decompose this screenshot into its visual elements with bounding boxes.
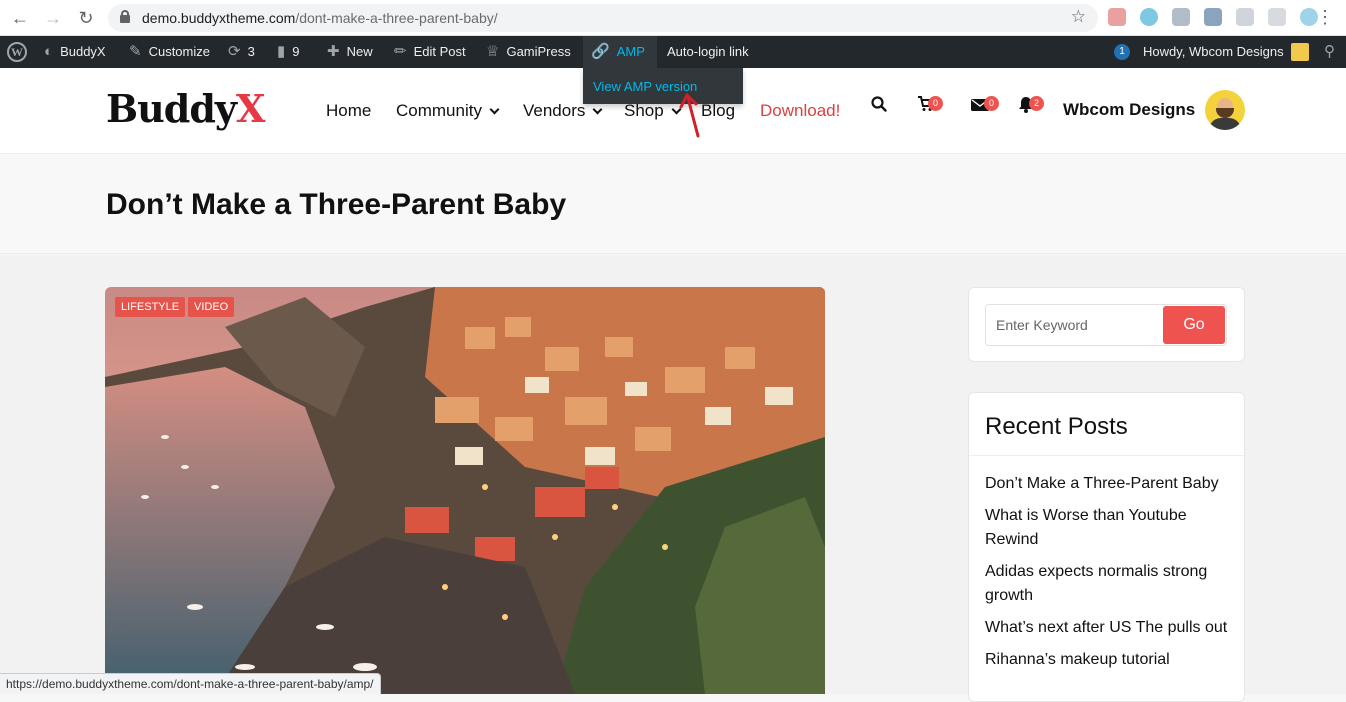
forward-arrow-icon[interactable]: → [41,6,65,30]
extension-icon[interactable] [1140,8,1158,26]
search-placeholder: Enter Keyword [996,317,1088,333]
howdy-label: Howdy, Wbcom Designs [1143,44,1284,59]
recent-posts-widget: Recent Posts Don’t Make a Three-Parent B… [968,392,1245,702]
adminbar-search-icon[interactable]: ⚲ [1324,36,1335,68]
cart-count-badge: 0 [928,96,943,111]
extension-icon[interactable] [1268,8,1286,26]
messages-count-badge: 0 [984,96,999,111]
extension-icon[interactable] [1172,8,1190,26]
recent-post-link[interactable]: What is Worse than Youtube Rewind [985,504,1235,552]
category-tag-video[interactable]: VIDEO [188,297,235,317]
pencil-icon: ✏ [394,43,407,60]
page-title-band: Don’t Make a Three-Parent Baby [0,154,1346,254]
link-icon: 🔗 [591,43,610,60]
recent-posts-list: Don’t Make a Three-Parent Baby What is W… [985,472,1235,680]
adminbar-autologin[interactable]: Auto-login link [667,36,749,68]
comment-bubble-icon: ▮ [277,43,286,60]
nav-home-label: Home [326,101,372,120]
notifications-count-badge: 2 [1029,96,1044,111]
back-arrow-icon[interactable]: ← [8,6,32,30]
recent-post-link[interactable]: What’s next after US The pulls out [985,616,1235,640]
reload-icon[interactable]: ↻ [74,6,98,30]
edit-post-label: Edit Post [413,44,466,59]
adminbar-updates[interactable]: ⟳ 3 [228,36,255,68]
adminbar-amp[interactable]: 🔗 AMP [583,36,657,68]
adminbar-howdy[interactable]: Howdy, Wbcom Designs [1143,36,1309,68]
url-path: /dont-make-a-three-parent-baby/ [295,10,498,26]
recent-post-link[interactable]: Adidas expects normalis strong growth [985,560,1235,608]
nav-shop-label: Shop [624,101,664,120]
nav-home[interactable]: Home [326,100,371,122]
extension-icons [1108,8,1318,26]
avatar[interactable] [1205,90,1245,130]
category-tag-lifestyle[interactable]: LIFESTYLE [115,297,186,317]
amp-label: AMP [616,44,645,59]
browser-menu-icon[interactable]: ⋮ [1316,6,1334,28]
adminbar-edit-post[interactable]: ✏ Edit Post [394,36,466,68]
updates-icon: ⟳ [228,43,241,60]
nav-download-label: Download! [760,101,841,120]
wp-admin-bar: W ◐ BuddyX ✎ Customize ⟳ 3 ▮ 9 ✚ New ✏ Edit Po… [0,36,1346,68]
adminbar-customize[interactable]: ✎ Customize [129,36,210,68]
chevron-down-icon [489,104,500,114]
url-domain: demo.buddyxtheme.com [142,10,296,26]
search-go-button[interactable]: Go [1163,306,1225,344]
browser-toolbar: ← → ↻ demo.buddyxtheme.com/dont-make-a-t… [0,0,1346,36]
comments-count: 9 [292,44,300,59]
new-label: New [346,44,373,59]
adminbar-site-name[interactable]: ◐ BuddyX [44,36,106,68]
logo-text: Buddy [106,86,237,131]
plus-icon: ✚ [327,43,340,60]
adminbar-notifications[interactable]: 1 [1114,36,1130,68]
avatar [1290,43,1309,61]
url-text: demo.buddyxtheme.com/dont-make-a-three-p… [142,10,498,26]
recent-posts-title: Recent Posts [985,413,1128,440]
divider [969,455,1244,456]
nav-vendors-label: Vendors [523,101,586,120]
status-bar-url: https://demo.buddyxtheme.com/dont-make-a… [0,673,381,694]
extension-icon[interactable] [1236,8,1254,26]
nav-blog-label: Blog [701,101,736,120]
adminbar-comments[interactable]: ▮ 9 [277,36,300,68]
annotation-arrow [679,93,700,138]
search-icon[interactable] [871,96,887,117]
autologin-label: Auto-login link [667,44,749,59]
nav-community[interactable]: Community [396,100,500,122]
nav-download[interactable]: Download! [760,100,840,122]
crown-icon: ♕ [486,43,500,60]
address-bar[interactable]: demo.buddyxtheme.com/dont-make-a-three-p… [108,4,1098,32]
brush-icon: ✎ [129,43,142,60]
recent-post-link[interactable]: Don’t Make a Three-Parent Baby [985,472,1235,496]
featured-photo [105,287,825,694]
site-logo[interactable]: BuddyX [106,86,266,131]
nav-community-label: Community [396,101,482,120]
featured-image[interactable]: LIFESTYLE VIDEO [105,287,825,694]
adminbar-new[interactable]: ✚ New [327,36,373,68]
gamipress-label: GamiPress [506,44,571,59]
page-title: Don’t Make a Three-Parent Baby [106,188,567,221]
wordpress-logo-icon[interactable]: W [7,36,27,68]
bookmark-star-icon[interactable]: ☆ [1071,7,1086,27]
extension-icon[interactable] [1204,8,1222,26]
chevron-down-icon [592,104,603,114]
adminbar-gamipress[interactable]: ♕ GamiPress [486,36,571,68]
header-user-name[interactable]: Wbcom Designs [1063,100,1195,120]
extension-icon[interactable] [1108,8,1126,26]
logo-x: X [235,86,266,131]
updates-count: 3 [247,44,255,59]
search-widget: Enter Keyword Go [968,287,1245,362]
site-name-label: BuddyX [60,44,106,59]
lock-icon [120,10,130,23]
dashboard-gauge-icon: ◐ [44,43,54,60]
amp-dropdown-menu: View AMP version [583,68,743,104]
recent-post-link[interactable]: Rihanna’s makeup tutorial [985,648,1235,672]
notification-badge: 1 [1114,44,1130,60]
customize-label: Customize [148,44,210,59]
